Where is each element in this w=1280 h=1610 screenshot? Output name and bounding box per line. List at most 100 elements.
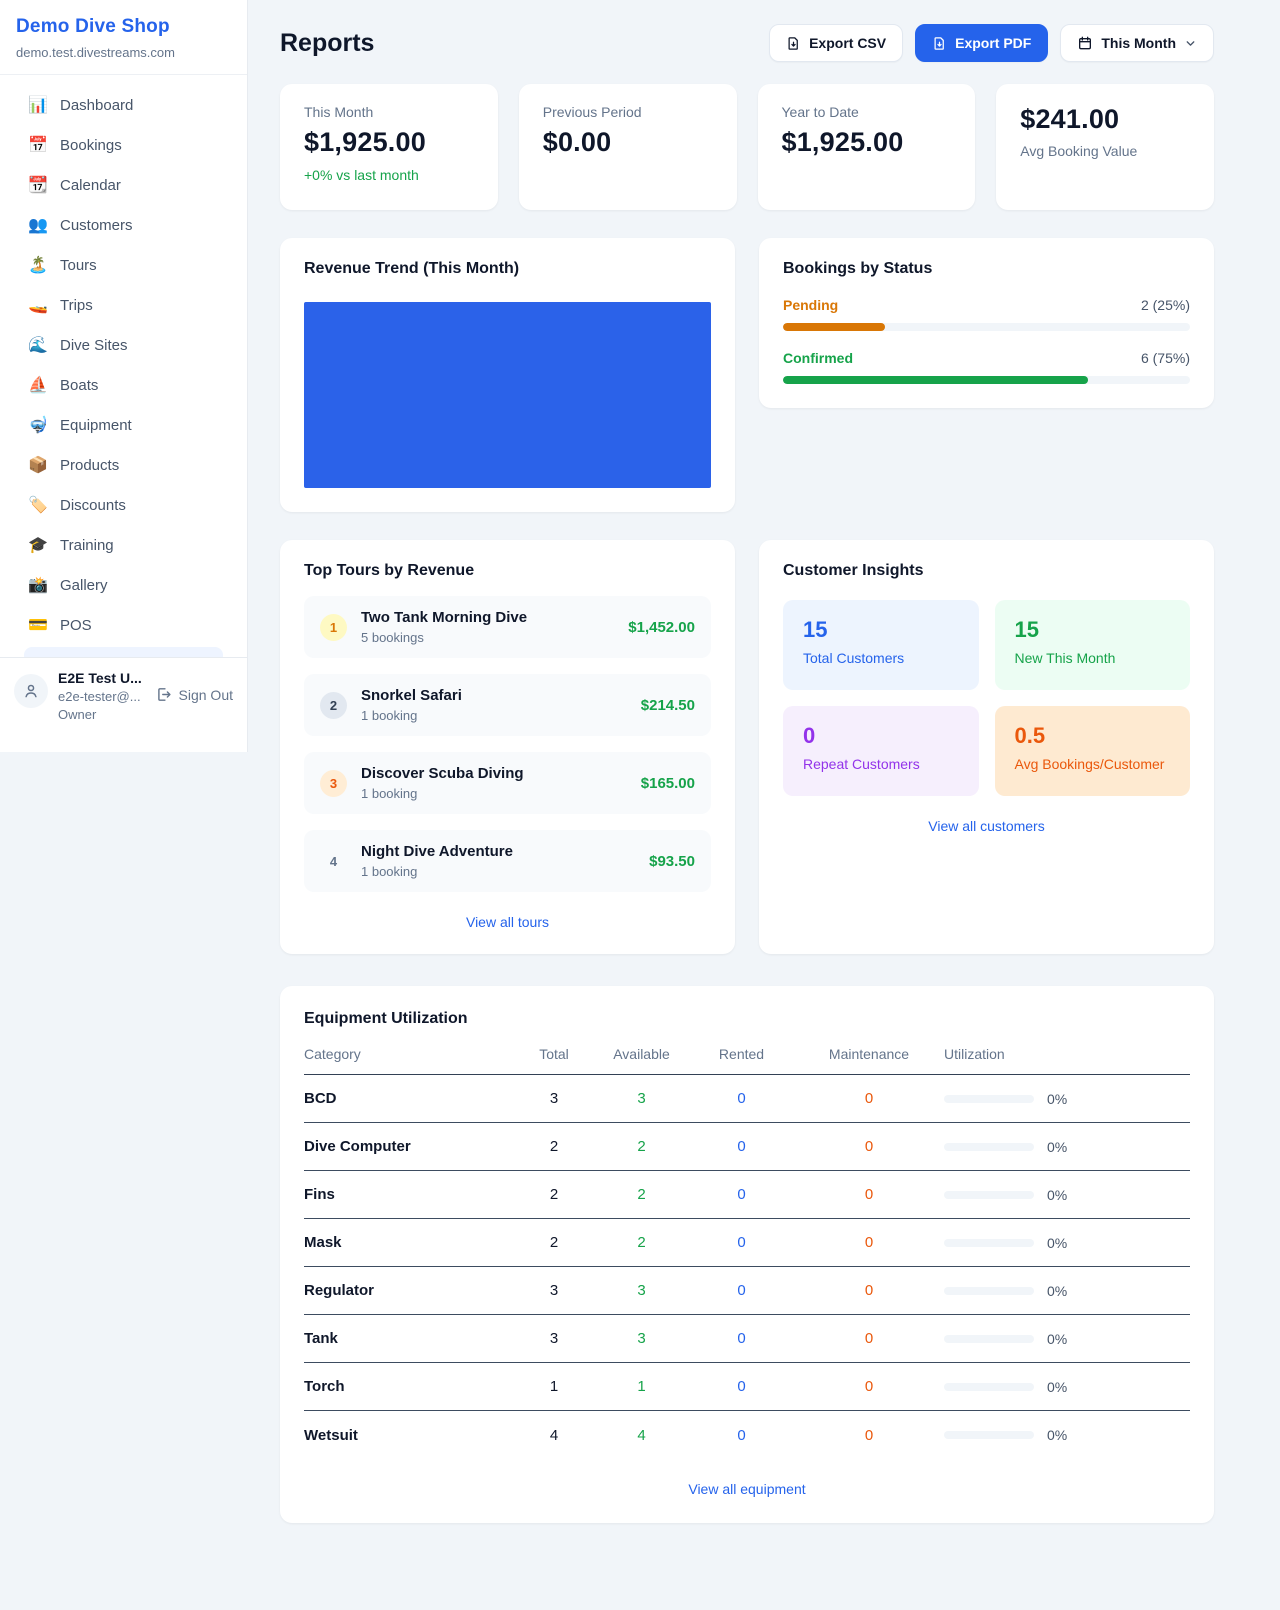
cell-available: 2 [594,1138,689,1155]
tile-avg-bookings-customer: 0.5 Avg Bookings/Customer [995,706,1191,796]
cell-utilization: 0% [944,1091,1190,1107]
status-row-confirmed: Confirmed 6 (75%) [783,350,1190,384]
trips-icon: 🚤 [28,295,46,315]
cell-utilization: 0% [944,1427,1190,1443]
tile-value: 0.5 [1015,723,1171,749]
column-header-available: Available [594,1046,689,1062]
bookings-by-status-card: Bookings by Status Pending 2 (25%) Confi… [759,238,1214,408]
table-row: Wetsuit 4 4 0 0 0% [304,1411,1190,1459]
sidebar-item-label: POS [60,617,92,634]
export-pdf-button[interactable]: Export PDF [915,24,1048,62]
person-icon [22,682,40,700]
tour-revenue: $1,452.00 [628,619,695,636]
sidebar-item-trips[interactable]: 🚤Trips [12,285,235,325]
cell-available: 3 [594,1330,689,1347]
column-header-total: Total [514,1046,594,1062]
sidebar-item-bookings[interactable]: 📅Bookings [12,125,235,165]
table-row: Regulator 3 3 0 0 0% [304,1267,1190,1315]
shop-name: Demo Dive Shop [16,16,231,38]
sidebar-item-equipment[interactable]: 🤿Equipment [12,405,235,445]
sidebar-item-reports-active-partial[interactable] [24,647,223,657]
utilization-percent: 0% [1047,1331,1067,1347]
status-bar-fill [783,323,885,331]
tile-value: 0 [803,723,959,749]
customers-icon: 👥 [28,215,46,235]
view-all-customers-link[interactable]: View all customers [783,818,1190,834]
sidebar-item-discounts[interactable]: 🏷️Discounts [12,485,235,525]
utilization-percent: 0% [1047,1427,1067,1443]
sidebar-item-label: Calendar [60,177,121,194]
utilization-percent: 0% [1047,1139,1067,1155]
utilization-percent: 0% [1047,1187,1067,1203]
cell-category: Fins [304,1186,514,1203]
stat-value: $241.00 [1020,104,1190,135]
tile-value: 15 [1015,617,1171,643]
tile-label: Repeat Customers [803,756,959,772]
sign-out-button[interactable]: Sign Out [155,686,233,703]
status-bar-track [783,376,1190,384]
cell-category: Tank [304,1330,514,1347]
column-header-maintenance: Maintenance [794,1046,944,1062]
bookings-by-status-title: Bookings by Status [783,260,1190,278]
cell-total: 3 [514,1330,594,1347]
utilization-bar-track [944,1239,1034,1247]
status-label: Confirmed [783,350,853,366]
products-icon: 📦 [28,455,46,475]
avatar [14,674,48,708]
status-bar-fill [783,376,1088,384]
sidebar: Demo Dive Shop demo.test.divestreams.com… [0,0,248,752]
equipment-table: Category Total Available Rented Maintena… [304,1046,1190,1459]
utilization-percent: 0% [1047,1379,1067,1395]
sidebar-item-dashboard[interactable]: 📊Dashboard [12,85,235,125]
utilization-bar-track [944,1095,1034,1103]
period-select[interactable]: This Month [1060,24,1214,62]
export-csv-button[interactable]: Export CSV [769,24,903,62]
calendar-icon: 📆 [28,175,46,195]
view-all-equipment-link[interactable]: View all equipment [304,1481,1190,1497]
mid-row: Top Tours by Revenue 1 Two Tank Morning … [280,540,1214,954]
sidebar-item-products[interactable]: 📦Products [12,445,235,485]
sidebar-item-pos[interactable]: 💳POS [12,605,235,645]
sidebar-item-training[interactable]: 🎓Training [12,525,235,565]
cell-available: 3 [594,1282,689,1299]
cell-maintenance: 0 [794,1186,944,1203]
cell-rented: 0 [689,1427,794,1444]
view-all-tours-link[interactable]: View all tours [304,914,711,930]
sidebar-item-boats[interactable]: ⛵Boats [12,365,235,405]
column-header-utilization: Utilization [944,1046,1190,1062]
sidebar-item-label: Equipment [60,417,132,434]
cell-maintenance: 0 [794,1378,944,1395]
tour-name: Night Dive Adventure [361,843,635,860]
tour-name: Discover Scuba Diving [361,765,627,782]
sidebar-item-calendar[interactable]: 📆 Calendar [12,165,235,205]
revenue-trend-title: Revenue Trend (This Month) [304,260,711,278]
tour-row: 4 Night Dive Adventure 1 booking $93.50 [304,830,711,892]
cell-utilization: 0% [944,1235,1190,1251]
sidebar-item-gallery[interactable]: 📸Gallery [12,565,235,605]
export-csv-label: Export CSV [809,35,886,51]
cell-maintenance: 0 [794,1282,944,1299]
cell-total: 2 [514,1186,594,1203]
sidebar-item-label: Customers [60,217,133,234]
cell-category: Wetsuit [304,1427,514,1444]
tour-bookings: 1 booking [361,864,635,879]
sidebar-item-dive-sites[interactable]: 🌊Dive Sites [12,325,235,365]
cell-utilization: 0% [944,1331,1190,1347]
utilization-bar-track [944,1191,1034,1199]
status-bar-track [783,323,1190,331]
sidebar-item-label: Discounts [60,497,126,514]
cell-available: 2 [594,1186,689,1203]
cell-total: 4 [514,1427,594,1444]
sidebar-item-customers[interactable]: 👥 Customers [12,205,235,245]
tour-revenue: $93.50 [649,853,695,870]
sidebar-item-label: Dashboard [60,97,133,114]
tours-icon: 🏝️ [28,255,46,275]
sidebar-item-tours[interactable]: 🏝️Tours [12,245,235,285]
training-icon: 🎓 [28,535,46,555]
page-title: Reports [280,29,374,58]
top-tours-card: Top Tours by Revenue 1 Two Tank Morning … [280,540,735,954]
utilization-bar-track [944,1431,1034,1439]
cell-rented: 0 [689,1330,794,1347]
customer-insights-title: Customer Insights [783,562,1190,580]
rank-badge: 2 [320,692,347,719]
